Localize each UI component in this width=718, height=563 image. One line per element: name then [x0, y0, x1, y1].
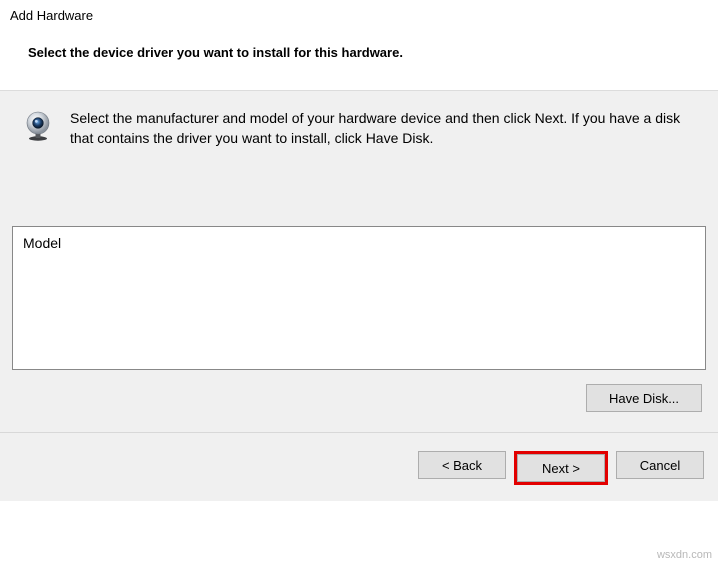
back-button[interactable]: < Back [418, 451, 506, 479]
window-title: Add Hardware [10, 8, 708, 23]
next-button-highlight: Next > [514, 451, 608, 485]
page-heading: Select the device driver you want to ins… [28, 45, 708, 60]
cancel-button[interactable]: Cancel [616, 451, 704, 479]
model-column-header: Model [23, 235, 695, 251]
hardware-device-icon [22, 110, 54, 142]
wizard-footer: < Back Next > Cancel [0, 432, 718, 501]
model-list[interactable]: Model [12, 226, 706, 370]
watermark-text: wsxdn.com [657, 549, 712, 561]
next-button[interactable]: Next > [517, 454, 605, 482]
have-disk-button[interactable]: Have Disk... [586, 384, 702, 412]
instruction-text: Select the manufacturer and model of you… [70, 109, 700, 148]
